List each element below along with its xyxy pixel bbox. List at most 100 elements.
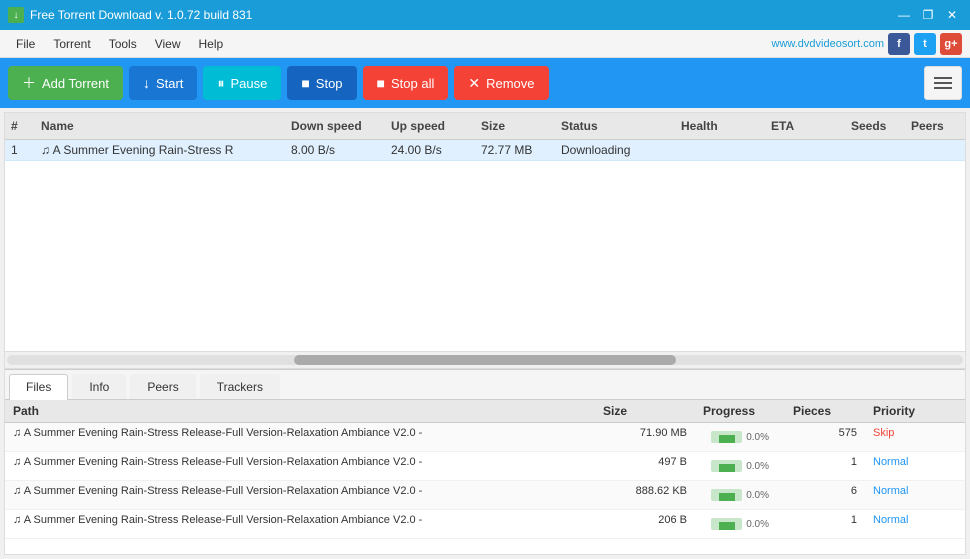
col-down-speed[interactable]: Down speed <box>285 117 385 135</box>
restore-button[interactable]: ❐ <box>918 6 938 24</box>
menu-items: File Torrent Tools View Help <box>8 34 231 54</box>
progress-bar <box>711 489 742 501</box>
file-path: ♫ A Summer Evening Rain-Stress Release-F… <box>5 452 595 480</box>
add-torrent-button[interactable]: ＋ Add Torrent <box>8 66 123 100</box>
app-icon: ↓ <box>8 7 24 23</box>
file-progress: 0.0% <box>695 510 785 538</box>
row-num: 1 <box>5 140 35 160</box>
add-icon: ＋ <box>22 73 36 93</box>
files-table-row[interactable]: ♫ A Summer Evening Rain-Stress Release-F… <box>5 510 965 539</box>
file-path: ♫ A Summer Evening Rain-Stress Release-F… <box>5 423 595 451</box>
toolbar: ＋ Add Torrent ↓ Start ⏸ Pause ■ Stop ■ S… <box>0 58 970 108</box>
files-col-path[interactable]: Path <box>5 400 595 422</box>
stop-button[interactable]: ■ Stop <box>287 66 356 100</box>
row-peers <box>905 147 965 153</box>
files-table: Path Size Progress Pieces Priority ♫ A S… <box>5 400 965 554</box>
table-row[interactable]: 1 ♫ A Summer Evening Rain-Stress R 8.00 … <box>5 140 965 161</box>
row-down-speed: 8.00 B/s <box>285 140 385 160</box>
file-priority: Normal <box>865 452 965 480</box>
tab-peers[interactable]: Peers <box>130 374 195 399</box>
files-table-row[interactable]: ♫ A Summer Evening Rain-Stress Release-F… <box>5 481 965 510</box>
tab-bar: Files Info Peers Trackers <box>5 370 965 400</box>
minimize-button[interactable]: — <box>894 6 914 24</box>
menu-view[interactable]: View <box>147 34 189 54</box>
torrent-rows: 1 ♫ A Summer Evening Rain-Stress R 8.00 … <box>5 140 965 161</box>
row-seeds <box>845 147 905 153</box>
col-size[interactable]: Size <box>475 117 555 135</box>
pause-icon: ⏸ <box>217 75 224 92</box>
file-pieces: 1 <box>785 510 865 538</box>
menu-tools[interactable]: Tools <box>101 34 145 54</box>
file-priority: Normal <box>865 510 965 538</box>
file-progress: 0.0% <box>695 423 785 451</box>
progress-bar <box>711 431 742 443</box>
remove-button[interactable]: ✕ Remove <box>454 66 548 100</box>
stop-all-button[interactable]: ■ Stop all <box>363 66 449 100</box>
progress-bar <box>711 518 742 530</box>
progress-text: 0.0% <box>746 519 769 530</box>
menu-right: www.dvdvideosort.com f t g+ <box>772 33 963 55</box>
col-peers[interactable]: Peers <box>905 117 965 135</box>
window-controls: — ❐ ✕ <box>894 6 962 24</box>
file-priority: Skip <box>865 423 965 451</box>
col-health[interactable]: Health <box>675 117 765 135</box>
col-name[interactable]: Name <box>35 117 285 135</box>
main-panel: # Name Down speed Up speed Size Status H… <box>4 112 966 555</box>
start-button[interactable]: ↓ Start <box>129 66 197 100</box>
row-name: ♫ A Summer Evening Rain-Stress R <box>35 140 285 160</box>
googleplus-button[interactable]: g+ <box>940 33 962 55</box>
stop-icon: ■ <box>301 75 309 91</box>
row-status: Downloading <box>555 140 675 160</box>
file-size: 888.62 KB <box>595 481 695 509</box>
progress-fill <box>719 464 735 472</box>
files-col-pieces[interactable]: Pieces <box>785 400 865 422</box>
col-up-speed[interactable]: Up speed <box>385 117 475 135</box>
tab-files[interactable]: Files <box>9 374 68 400</box>
files-col-size[interactable]: Size <box>595 400 695 422</box>
file-path: ♫ A Summer Evening Rain-Stress Release-F… <box>5 510 595 538</box>
menu-torrent[interactable]: Torrent <box>45 34 98 54</box>
tab-info[interactable]: Info <box>72 374 126 399</box>
close-button[interactable]: ✕ <box>942 6 962 24</box>
menu-file[interactable]: File <box>8 34 43 54</box>
remove-icon: ✕ <box>468 75 480 92</box>
file-size: 497 B <box>595 452 695 480</box>
files-table-header: Path Size Progress Pieces Priority <box>5 400 965 423</box>
file-size: 71.90 MB <box>595 423 695 451</box>
torrent-table-header: # Name Down speed Up speed Size Status H… <box>5 113 965 140</box>
files-table-row[interactable]: ♫ A Summer Evening Rain-Stress Release-F… <box>5 423 965 452</box>
twitter-button[interactable]: t <box>914 33 936 55</box>
col-eta[interactable]: ETA <box>765 117 845 135</box>
files-table-row[interactable]: ♫ A Summer Evening Rain-Stress Release-F… <box>5 452 965 481</box>
scroll-thumb <box>294 355 676 365</box>
file-size: 206 B <box>595 510 695 538</box>
row-up-speed: 24.00 B/s <box>385 140 475 160</box>
menu-bar: File Torrent Tools View Help www.dvdvide… <box>0 30 970 58</box>
files-col-priority[interactable]: Priority <box>865 400 965 422</box>
horizontal-scrollbar[interactable] <box>5 351 965 369</box>
file-pieces: 575 <box>785 423 865 451</box>
col-num[interactable]: # <box>5 117 35 135</box>
stop-all-icon: ■ <box>377 75 385 91</box>
file-path: ♫ A Summer Evening Rain-Stress Release-F… <box>5 481 595 509</box>
progress-text: 0.0% <box>746 490 769 501</box>
col-status[interactable]: Status <box>555 117 675 135</box>
menu-help[interactable]: Help <box>191 34 232 54</box>
progress-fill <box>719 522 735 530</box>
hamburger-menu-button[interactable] <box>924 66 962 100</box>
torrent-table: # Name Down speed Up speed Size Status H… <box>5 113 965 369</box>
row-eta <box>765 147 845 153</box>
tab-trackers[interactable]: Trackers <box>200 374 280 399</box>
bottom-panel: Files Info Peers Trackers Path Size Prog… <box>5 369 965 554</box>
start-icon: ↓ <box>143 75 150 91</box>
torrent-empty-space <box>5 161 965 351</box>
progress-bar <box>711 460 742 472</box>
progress-fill <box>719 435 735 443</box>
col-seeds[interactable]: Seeds <box>845 117 905 135</box>
files-col-progress[interactable]: Progress <box>695 400 785 422</box>
dvd-link[interactable]: www.dvdvideosort.com <box>772 38 885 50</box>
scroll-track <box>7 355 963 365</box>
files-rows: ♫ A Summer Evening Rain-Stress Release-F… <box>5 423 965 539</box>
pause-button[interactable]: ⏸ Pause <box>203 66 281 100</box>
facebook-button[interactable]: f <box>888 33 910 55</box>
